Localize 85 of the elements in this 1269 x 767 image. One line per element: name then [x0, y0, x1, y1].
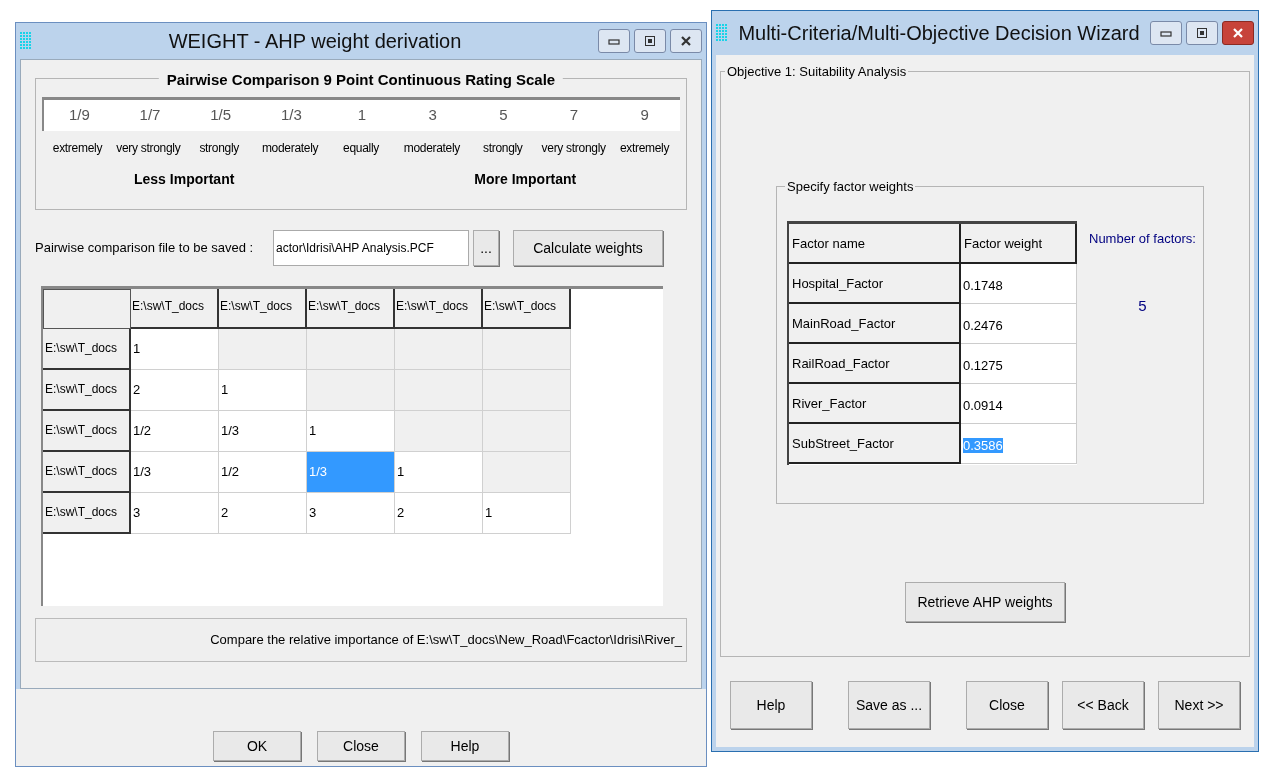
scale-value: 7 — [568, 105, 580, 126]
scale-value: 3 — [427, 105, 438, 126]
maximize-button[interactable] — [1186, 21, 1218, 45]
scale-label: very strongly — [115, 140, 182, 157]
scale-label: extremely — [618, 140, 671, 157]
scale-label: equally — [342, 140, 380, 157]
matrix-cell[interactable]: 2 — [395, 493, 483, 534]
factor-count-label: Number of factors: — [1089, 230, 1196, 248]
app-icon — [716, 24, 728, 42]
matrix-cell[interactable]: 1 — [219, 370, 307, 411]
matrix-cell[interactable]: 1/2 — [219, 452, 307, 493]
matrix-cell[interactable]: 2 — [131, 370, 219, 411]
factor-name-cell: Hospital_Factor — [789, 264, 961, 304]
factor-weight-value[interactable]: 0.1275 — [963, 358, 1003, 373]
matrix-cell[interactable]: 1/3 — [219, 411, 307, 452]
row-header: E:\sw\T_docs — [43, 329, 131, 370]
scale-label: moderately — [260, 140, 320, 157]
scale-label: extremely — [51, 140, 104, 157]
factor-name-cell: River_Factor — [789, 384, 961, 424]
matrix-cell[interactable]: 1/2 — [131, 411, 219, 452]
matrix-cell[interactable]: 1/3 — [131, 452, 219, 493]
scale-value: 1/7 — [138, 105, 162, 126]
close-icon — [680, 35, 692, 47]
factor-count-value: 5 — [1138, 295, 1147, 316]
factor-name-cell: MainRoad_Factor — [789, 304, 961, 344]
dialog-button[interactable]: Close — [317, 731, 405, 761]
close-button[interactable] — [670, 29, 702, 53]
less-important-label: Less Important — [134, 170, 235, 189]
factor-name-cell: SubStreet_Factor — [789, 424, 961, 464]
scale-value: 9 — [639, 105, 650, 126]
scale-value: 1/5 — [209, 105, 233, 126]
status-bar: Compare the relative importance of E:\sw\T_docs\New_Road\Fcactor\Idrisi\River_ — [35, 618, 687, 662]
scale-label: strongly — [481, 140, 524, 157]
scale-value: 1/3 — [279, 105, 303, 126]
scale-value: 5 — [498, 105, 509, 126]
column-header: E:\sw\T_docs — [307, 289, 395, 329]
matrix-cell[interactable]: 3 — [307, 493, 395, 534]
factor-weight-value[interactable]: 0.0914 — [963, 398, 1003, 413]
wizard-button[interactable]: Help — [730, 681, 812, 729]
minimize-icon — [1160, 29, 1172, 37]
calculate-weights-button[interactable]: Calculate weights — [513, 230, 663, 266]
browse-button[interactable]: ... — [473, 230, 499, 266]
window-title: Multi-Criteria/Multi-Objective Decision Wizard — [737, 21, 1141, 46]
scale-label: strongly — [198, 140, 240, 157]
factor-weight-value[interactable]: 0.2476 — [963, 318, 1003, 333]
file-label: Pairwise comparison file to be saved : — [35, 239, 255, 258]
column-header: Factor weight — [961, 224, 1077, 264]
retrieve-weights-button[interactable]: Retrieve AHP weights — [905, 582, 1065, 622]
scale-label: moderately — [402, 140, 462, 157]
wizard-button[interactable]: Next >> — [1158, 681, 1240, 729]
row-header: E:\sw\T_docs — [43, 370, 131, 411]
column-header: E:\sw\T_docs — [131, 289, 219, 329]
factor-weight-value[interactable]: 0.1748 — [963, 278, 1003, 293]
dialog-button[interactable]: Help — [421, 731, 509, 761]
matrix-cell[interactable]: 1 — [395, 452, 483, 493]
wizard-button[interactable]: Save as ... — [848, 681, 930, 729]
matrix-cell[interactable]: 3 — [131, 493, 219, 534]
column-header: E:\sw\T_docs — [483, 289, 571, 329]
matrix-cell[interactable]: 1 — [483, 493, 571, 534]
scale-value: 1/9 — [67, 105, 91, 126]
matrix-cell[interactable]: 2 — [219, 493, 307, 534]
file-path-field[interactable]: actor\Idrisi\AHP Analysis.PCF — [273, 230, 469, 266]
column-header: Factor name — [789, 224, 961, 264]
row-header: E:\sw\T_docs — [43, 493, 131, 534]
factor-name-cell: RailRoad_Factor — [789, 344, 961, 384]
app-icon — [20, 32, 32, 50]
dialog-button[interactable]: OK — [213, 731, 301, 761]
matrix-cell[interactable]: 1 — [307, 411, 395, 452]
window-title: WEIGHT - AHP weight derivation — [167, 29, 463, 54]
scale-value: 1 — [356, 105, 368, 126]
row-header: E:\sw\T_docs — [43, 452, 131, 493]
minimize-icon — [608, 37, 620, 45]
column-header: E:\sw\T_docs — [219, 289, 307, 329]
scale-label: very strongly — [540, 140, 607, 157]
matrix-cell[interactable]: 1 — [131, 329, 219, 370]
wizard-button[interactable]: << Back — [1062, 681, 1144, 729]
maximize-icon — [645, 36, 655, 46]
wizard-button[interactable]: Close — [966, 681, 1048, 729]
close-button[interactable] — [1222, 21, 1254, 45]
close-icon — [1232, 27, 1244, 39]
maximize-button[interactable] — [634, 29, 666, 53]
row-header: E:\sw\T_docs — [43, 411, 131, 452]
column-header: E:\sw\T_docs — [395, 289, 483, 329]
maximize-icon — [1197, 28, 1207, 38]
more-important-label: More Important — [474, 170, 577, 189]
